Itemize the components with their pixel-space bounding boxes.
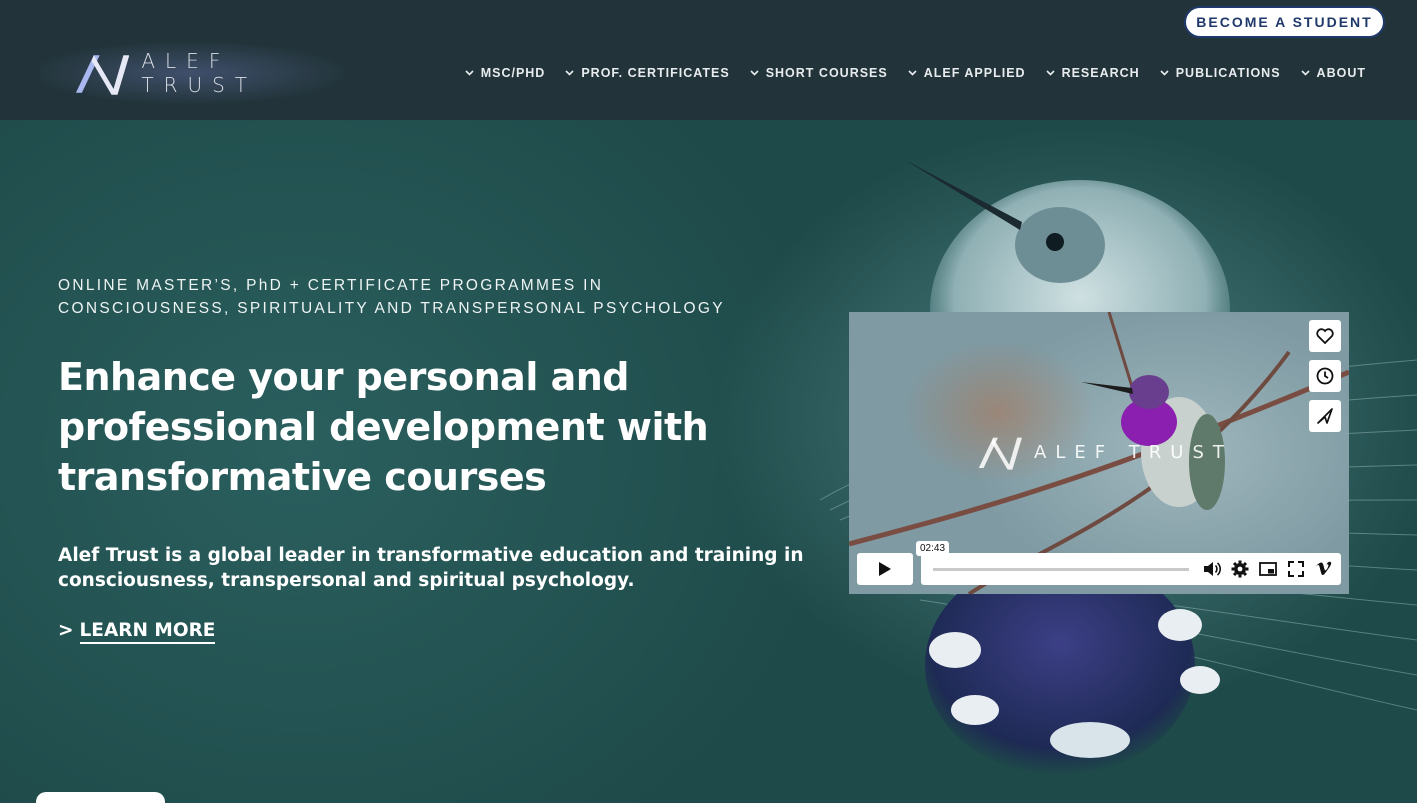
- become-a-student-button[interactable]: BECOME A STUDENT: [1184, 6, 1385, 38]
- nav-item-publications[interactable]: PUBLICATIONS: [1160, 66, 1281, 80]
- nav-item-about[interactable]: ABOUT: [1300, 66, 1366, 80]
- nav-item-label: PUBLICATIONS: [1175, 66, 1281, 80]
- learn-more-link[interactable]: LEARN MORE: [79, 620, 216, 644]
- hero-eyebrow: ONLINE MASTER’S, PhD + CERTIFICATE PROGR…: [58, 277, 725, 317]
- vimeo-icon[interactable]: [1315, 560, 1333, 578]
- logo-text: ALEF TRUST: [141, 49, 258, 97]
- video-player[interactable]: ALEF TRUST 02:43: [849, 312, 1349, 594]
- nav-item-alef-applied[interactable]: ALEF APPLIED: [908, 66, 1026, 80]
- alef-logo-icon: [978, 437, 1022, 470]
- hero-headline: Enhance your personal and professional d…: [58, 355, 709, 499]
- learn-more: > LEARN MORE: [58, 620, 216, 644]
- nav-item-research[interactable]: RESEARCH: [1045, 66, 1140, 80]
- video-controls: [857, 553, 1341, 585]
- bottom-widget-tab[interactable]: [36, 792, 165, 803]
- chevron-down-icon: [565, 70, 574, 76]
- page: ALEF TRUST BECOME A STUDENT MSC/PHD PROF…: [0, 0, 1417, 803]
- hero-lead: Alef Trust is a global leader in transfo…: [58, 545, 804, 591]
- nav-item-prof-certificates[interactable]: PROF. CERTIFICATES: [565, 66, 729, 80]
- settings-icon[interactable]: [1231, 560, 1249, 578]
- fullscreen-icon[interactable]: [1287, 560, 1305, 578]
- chevron-down-icon: [1300, 70, 1310, 76]
- nav-item-msc-phd[interactable]: MSC/PHD: [465, 66, 546, 80]
- watermark-text: ALEF TRUST: [1034, 441, 1233, 463]
- site-header: ALEF TRUST BECOME A STUDENT MSC/PHD PROF…: [0, 0, 1417, 120]
- send-icon: [1317, 408, 1333, 424]
- control-icons: [1203, 553, 1333, 585]
- chevron-down-icon: [1045, 70, 1055, 76]
- control-bar: [921, 553, 1341, 585]
- watch-later-button[interactable]: [1309, 360, 1341, 392]
- chevron-down-icon: [1160, 70, 1169, 76]
- chevron-down-icon: [908, 70, 917, 76]
- nav-item-label: ABOUT: [1316, 66, 1366, 80]
- like-button[interactable]: [1309, 320, 1341, 352]
- nav-item-label: ALEF APPLIED: [923, 66, 1026, 80]
- site-logo[interactable]: ALEF TRUST: [40, 38, 360, 108]
- pip-icon[interactable]: [1259, 560, 1277, 578]
- nav-item-label: MSC/PHD: [480, 66, 546, 80]
- nav-item-label: PROF. CERTIFICATES: [581, 66, 730, 80]
- nav-item-short-courses[interactable]: SHORT COURSES: [750, 66, 888, 80]
- alef-logo-icon: [75, 55, 130, 95]
- chevron-down-icon: [465, 70, 474, 76]
- clock-icon: [1316, 367, 1334, 385]
- share-button[interactable]: [1309, 400, 1341, 432]
- nav-item-label: RESEARCH: [1061, 66, 1140, 80]
- play-button[interactable]: [857, 553, 913, 585]
- play-icon: [879, 562, 891, 576]
- progress-track[interactable]: [933, 567, 1189, 571]
- volume-icon[interactable]: [1203, 560, 1221, 578]
- main-navigation: MSC/PHD PROF. CERTIFICATES SHORT COURSES…: [465, 63, 1366, 83]
- video-watermark: ALEF TRUST: [974, 432, 1233, 472]
- learn-more-prefix: >: [58, 620, 74, 641]
- chevron-down-icon: [750, 70, 759, 76]
- heart-icon: [1316, 328, 1334, 344]
- nav-item-label: SHORT COURSES: [765, 66, 888, 80]
